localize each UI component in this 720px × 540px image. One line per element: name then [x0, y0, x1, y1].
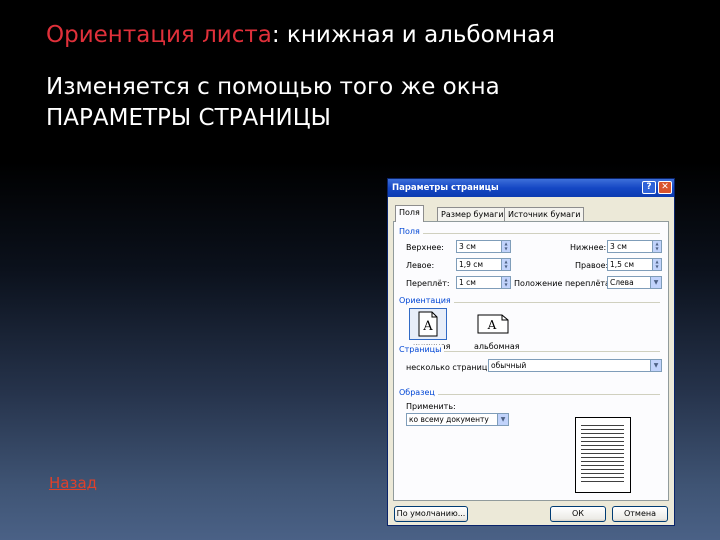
left-margin-value: 1,9 см	[459, 260, 484, 269]
pages-group-label: Страницы	[399, 345, 445, 354]
multiple-pages-value: обычный	[491, 361, 527, 370]
bottom-margin-label: Нижнее:	[570, 243, 607, 252]
spin-arrows-icon[interactable]: ▲ ▼	[501, 277, 510, 288]
landscape-label[interactable]: альбомная	[474, 342, 520, 351]
margins-group-label: Поля	[399, 227, 423, 236]
portrait-orientation-button[interactable]: A	[409, 308, 447, 340]
landscape-icon-letter: A	[487, 318, 497, 332]
cancel-button[interactable]: Отмена	[612, 506, 668, 522]
landscape-page-icon: A	[477, 314, 509, 334]
gutter-label: Переплёт:	[406, 279, 450, 288]
multiple-pages-label: несколько страниц:	[406, 363, 490, 372]
right-margin-value: 1,5 см	[610, 260, 635, 269]
spin-arrows-icon[interactable]: ▲ ▼	[652, 259, 661, 270]
slide-body-line-2: ПАРАМЕТРЫ СТРАНИЦЫ	[46, 105, 331, 131]
help-button[interactable]: ?	[642, 181, 656, 194]
preview-text-line	[581, 449, 624, 450]
dialog-title: Параметры страницы	[392, 183, 499, 193]
gutter-value: 1 см	[459, 278, 476, 287]
chevron-down-icon[interactable]: ▼	[497, 414, 508, 425]
bottom-margin-input[interactable]: 3 см ▲ ▼	[607, 240, 662, 253]
orientation-group-label: Ориентация	[399, 296, 454, 305]
spin-arrows-icon[interactable]: ▲ ▼	[501, 241, 510, 252]
portrait-icon-letter: A	[422, 319, 433, 334]
page-setup-dialog: Параметры страницы ? ✕ Поля Размер бумаг…	[387, 178, 675, 526]
preview-text-line	[581, 465, 624, 466]
tab-paper-size[interactable]: Размер бумаги	[437, 207, 508, 221]
preview-text-line	[581, 473, 624, 474]
right-margin-input[interactable]: 1,5 см ▲ ▼	[607, 258, 662, 271]
tab-margins[interactable]: Поля	[395, 205, 424, 222]
gutter-position-value: Слева	[610, 278, 634, 287]
preview-text-line	[581, 445, 624, 446]
preview-text-line	[581, 457, 624, 458]
preview-text-line	[581, 441, 624, 442]
multiple-pages-select[interactable]: обычный ▼	[488, 359, 662, 372]
apply-to-label: Применить:	[406, 402, 456, 411]
preview-text-line	[581, 425, 624, 426]
spin-arrows-icon[interactable]: ▲ ▼	[501, 259, 510, 270]
preview-text-line	[581, 477, 624, 478]
preview-text-line	[581, 469, 624, 470]
landscape-orientation-button[interactable]: A	[470, 308, 516, 340]
chevron-down-icon[interactable]: ▼	[650, 277, 661, 288]
ok-button[interactable]: ОК	[550, 506, 606, 522]
preview-text-line	[581, 461, 624, 462]
top-margin-input[interactable]: 3 см ▲ ▼	[456, 240, 511, 253]
gutter-position-label: Положение переплёта:	[514, 279, 613, 288]
page-preview	[575, 417, 631, 493]
preview-text-line	[581, 429, 624, 430]
preview-text-line	[581, 481, 624, 482]
close-button[interactable]: ✕	[658, 181, 672, 194]
preview-text-line	[581, 433, 624, 434]
slide-title-accent: Ориентация листа	[46, 22, 272, 48]
default-button[interactable]: По умолчанию...	[394, 506, 468, 522]
top-margin-label: Верхнее:	[406, 243, 444, 252]
margins-group-line	[402, 233, 660, 234]
gutter-input[interactable]: 1 см ▲ ▼	[456, 276, 511, 289]
left-margin-input[interactable]: 1,9 см ▲ ▼	[456, 258, 511, 271]
slide-body-line-1: Изменяется с помощью того же окна	[46, 74, 500, 100]
top-margin-value: 3 см	[459, 242, 476, 251]
tab-paper-source[interactable]: Источник бумаги	[504, 207, 585, 221]
apply-to-select[interactable]: ко всему документу ▼	[406, 413, 509, 426]
left-margin-label: Левое:	[406, 261, 435, 270]
tab-panel-margins: Поля Верхнее: 3 см ▲ ▼ Нижнее: 3 см ▲ ▼ Ле…	[393, 221, 669, 501]
apply-to-value: ко всему документу	[409, 415, 489, 424]
spin-arrows-icon[interactable]: ▲ ▼	[652, 241, 661, 252]
preview-text-line	[581, 437, 624, 438]
slide-title: Ориентация листа: книжная и альбомная	[46, 22, 555, 48]
dialog-titlebar: Параметры страницы ? ✕	[388, 179, 674, 197]
preview-text-line	[581, 453, 624, 454]
back-link[interactable]: Назад	[49, 474, 97, 492]
portrait-page-icon: A	[418, 311, 438, 337]
preview-group-line	[402, 394, 660, 395]
preview-group-label: Образец	[399, 388, 438, 397]
bottom-margin-value: 3 см	[610, 242, 627, 251]
slide-body-text: Изменяется с помощью того же окна ПАРАМЕ…	[46, 72, 646, 134]
gutter-position-select[interactable]: Слева ▼	[607, 276, 662, 289]
right-margin-label: Правое:	[575, 261, 609, 270]
chevron-down-icon[interactable]: ▼	[650, 360, 661, 371]
slide-title-rest: : книжная и альбомная	[271, 22, 555, 48]
